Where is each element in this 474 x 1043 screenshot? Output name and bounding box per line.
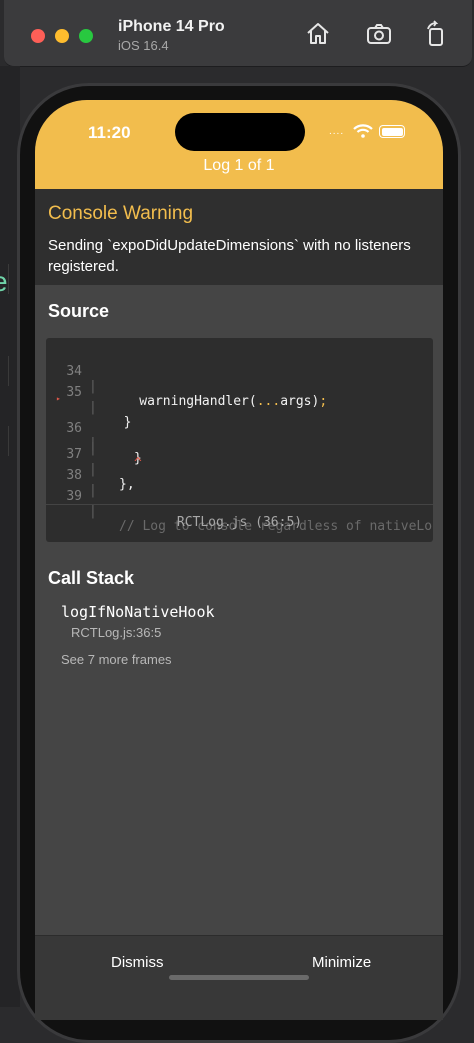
log-counter-title: Log 1 of 1 xyxy=(203,157,275,174)
warning-message: Sending `expoDidUpdateDimensions` with n… xyxy=(48,237,411,275)
stack-frame-name[interactable]: logIfNoNativeHook xyxy=(61,603,215,621)
code-line-caret: | ^ xyxy=(89,441,142,471)
see-more-frames-link[interactable]: See 7 more frames xyxy=(61,652,172,667)
status-time: 11:20 xyxy=(88,123,131,142)
wifi-icon xyxy=(353,124,373,138)
log-footer: Dismiss Minimize xyxy=(35,935,443,1020)
log-header: 11:20 .... Log 1 of 1 xyxy=(35,100,443,189)
dynamic-island xyxy=(175,113,305,151)
source-code-block[interactable]: 34 | warningHandler(...args); 35 | } ▸ 3… xyxy=(46,338,433,542)
code-line: 39 | // Log to console regardless of nat… xyxy=(66,489,433,534)
phone-screen: 11:20 .... Log 1 of 1 Console Warning Se… xyxy=(35,100,443,1020)
device-name: iPhone 14 Pro xyxy=(118,18,225,35)
divider xyxy=(46,504,433,505)
code-line: 38 | xyxy=(66,468,97,498)
background-editor-text: e xyxy=(0,266,8,298)
zoom-window-button[interactable] xyxy=(79,29,93,43)
home-icon[interactable] xyxy=(304,20,332,48)
minimize-button[interactable]: Minimize xyxy=(312,954,371,971)
simulator-toolbar: iPhone 14 Pro iOS 16.4 xyxy=(4,0,472,67)
home-indicator[interactable] xyxy=(169,975,309,980)
warning-title: Console Warning xyxy=(48,203,194,224)
error-line-marker: ▸ xyxy=(56,394,61,403)
camera-icon[interactable] xyxy=(365,20,393,48)
rotate-icon[interactable] xyxy=(422,20,450,48)
device-os-version: iOS 16.4 xyxy=(118,38,169,53)
warning-panel: Console Warning Sending `expoDidUpdateDi… xyxy=(35,189,443,285)
close-window-button[interactable] xyxy=(31,29,45,43)
minimize-window-button[interactable] xyxy=(55,29,69,43)
code-line: 34 | warningHandler(...args); xyxy=(66,364,328,409)
battery-icon xyxy=(379,125,405,138)
stack-frame-location[interactable]: RCTLog.js:36:5 xyxy=(71,625,161,640)
code-line-highlighted: ▸ 36 | } xyxy=(56,394,142,466)
source-file-location[interactable]: RCTLog.js (36:5) xyxy=(46,515,433,530)
dismiss-button[interactable]: Dismiss xyxy=(111,954,164,971)
code-line: 37 | }, xyxy=(66,447,135,492)
source-heading: Source xyxy=(48,301,110,321)
signal-icon: .... xyxy=(329,126,345,137)
call-stack-heading: Call Stack xyxy=(48,568,135,588)
code-line: 35 | } xyxy=(66,385,132,430)
